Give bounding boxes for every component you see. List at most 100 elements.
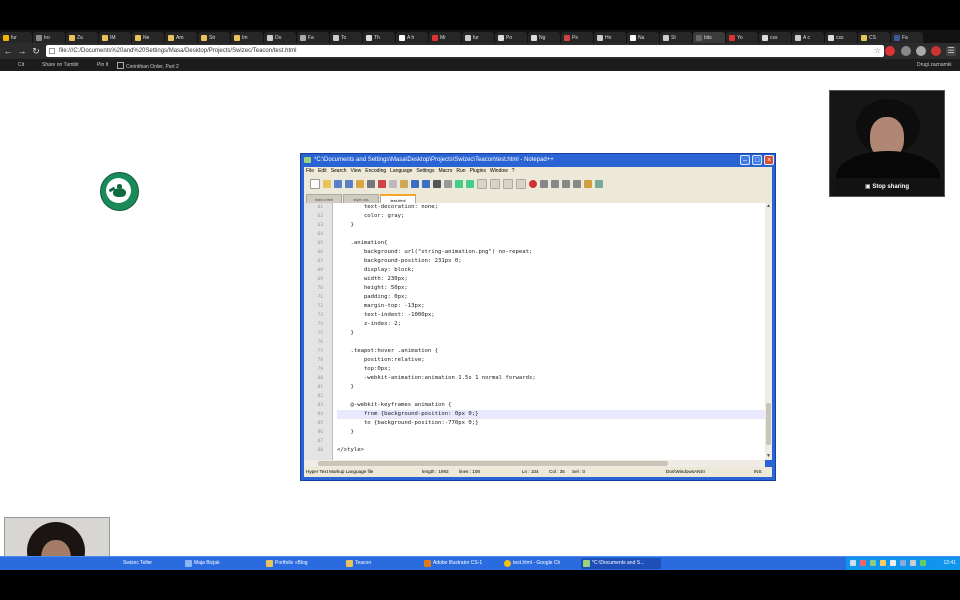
code-line[interactable]: 75 } [317,329,765,338]
find-icon[interactable] [433,179,441,188]
tray-icon[interactable] [920,560,926,566]
browser-tab[interactable]: Fa [891,32,923,43]
browser-tab[interactable]: To [330,32,362,43]
forward-icon[interactable]: → [17,45,27,57]
address-bar[interactable]: file:///C:/Documents%20and%20Settings/Ma… [46,45,884,57]
horizontal-scrollbar[interactable] [304,460,765,467]
run-macro-icon[interactable] [562,179,570,188]
volume-icon[interactable] [890,560,896,566]
open-file-icon[interactable] [323,179,331,188]
code-line[interactable]: 74 z-index: 2; [317,320,765,329]
code-area[interactable]: 61 text-decoration: none; 62 color: gray;… [317,203,765,460]
redo-icon[interactable] [422,179,430,188]
stop-macro-icon[interactable] [540,179,548,188]
save-icon[interactable] [334,179,342,188]
scrollbar-thumb[interactable] [766,403,771,445]
paste-icon[interactable] [400,179,408,188]
browser-tab[interactable]: fur [462,32,494,43]
taskbar-item[interactable]: test.html - Google Ch [502,558,580,569]
code-line[interactable]: 69 width: 230px; [317,275,765,284]
browser-tab[interactable]: Im [231,32,263,43]
show-all-chars-icon[interactable] [503,178,513,189]
close-button[interactable]: × [764,155,774,165]
browser-tab[interactable]: Str [198,32,230,43]
browser-tab[interactable]: Ho [594,32,626,43]
browser-tab[interactable]: fur [0,32,32,43]
browser-tab[interactable]: Am [165,32,197,43]
scroll-down-icon[interactable]: ▼ [765,453,772,460]
code-line[interactable]: 73 text-indent: -1000px; [317,311,765,320]
plugin-icon[interactable] [584,179,592,188]
browser-tab[interactable]: Iro [33,32,65,43]
browser-tab[interactable]: Ne [132,32,164,43]
browser-tab[interactable]: IM [99,32,131,43]
play-macro-icon[interactable] [551,179,559,188]
tray-icon[interactable] [850,560,856,566]
browser-tab[interactable]: Za [66,32,98,43]
code-line[interactable]: 77 .teapot:hover .animation { [317,347,765,356]
browser-tab[interactable]: Do [264,32,296,43]
browser-tab[interactable]: St [660,32,692,43]
code-line[interactable]: 62 color: gray; [317,212,765,221]
code-line[interactable]: 68 display: block; [317,266,765,275]
code-line[interactable]: 80 -webkit-animation:animation 1.5s 1 no… [317,374,765,383]
minimize-button[interactable]: – [740,155,750,165]
taskbar-item[interactable]: Adobe Illustrator CS-1 [422,558,500,569]
code-line[interactable]: 85 to {background-position:-770px 0;} [317,419,765,428]
code-line[interactable]: 88 </style> [317,446,765,455]
code-line[interactable]: 61 text-decoration: none; [317,203,765,212]
print-icon[interactable] [367,179,375,188]
tab-test-html[interactable]: test.html [380,194,416,203]
taskbar-item[interactable]: Teacon [344,558,420,569]
menu-item[interactable]: Settings [416,168,434,174]
code-line[interactable]: 78 position:relative; [317,356,765,365]
menu-item[interactable]: Search [331,168,347,174]
code-line[interactable]: 87 [317,437,765,446]
tray-icon[interactable] [880,560,886,566]
record-macro-icon[interactable] [529,179,537,188]
menu-item[interactable]: Edit [318,168,327,174]
cut-icon[interactable] [378,179,386,188]
code-line[interactable]: 83 @-webkit-keyframes animation { [317,401,765,410]
browser-tab[interactable]: A c [792,32,824,43]
tab-style-css[interactable]: style.css [343,194,379,203]
copy-icon[interactable] [389,179,397,188]
browser-tab[interactable]: Yo [726,32,758,43]
spellcheck-icon[interactable] [595,179,603,188]
tab-index-html[interactable]: index.html [306,194,342,203]
browser-tab[interactable]: Pe [561,32,593,43]
taskbar-item[interactable]: Maja Bizjak [183,558,263,569]
browser-tab[interactable]: Ng [528,32,560,43]
star-icon[interactable]: ☆ [874,45,881,57]
code-line[interactable]: 84 from {background-position: 0px 0;} [317,410,765,419]
taskbar-item[interactable]: *C:\Documents and S... [581,558,661,569]
tray-icon[interactable] [870,560,876,566]
zoom-in-icon[interactable] [455,179,463,188]
code-line[interactable]: 67 background-position: 231px 0; [317,257,765,266]
browser-tab[interactable]: Na [627,32,659,43]
sync-scroll-icon[interactable] [477,178,487,189]
code-line[interactable]: 70 height: 50px; [317,284,765,293]
save-all-icon[interactable] [345,179,353,188]
tray-icon[interactable] [860,560,866,566]
network-icon[interactable] [900,560,906,566]
menu-item[interactable]: Encoding [365,168,386,174]
taskbar-item[interactable]: Portfolio »Blog [264,558,344,569]
code-line[interactable]: 82 [317,392,765,401]
extension-icon[interactable] [931,46,941,56]
menu-item[interactable]: Language [390,168,412,174]
menu-item[interactable]: Window [490,168,508,174]
code-line[interactable]: 63 } [317,221,765,230]
browser-tab[interactable]: Mr [429,32,461,43]
bookmark-cit[interactable]: Cit [18,62,24,68]
bookmark-share-on-tumblr[interactable]: Share on Tumblr [42,62,79,68]
browser-tab[interactable]: css [825,32,857,43]
replace-icon[interactable] [444,179,452,188]
reload-icon[interactable]: ↻ [31,45,41,57]
maximize-button[interactable]: □ [752,155,762,165]
window-titlebar[interactable]: *C:\Documents and Settings\Masa\Desktop\… [301,154,775,166]
zoom-out-icon[interactable] [466,179,474,188]
browser-tab[interactable]: A h [396,32,428,43]
extension-icon[interactable] [916,46,926,56]
code-line[interactable]: 66 background: url("string-animation.png… [317,248,765,257]
